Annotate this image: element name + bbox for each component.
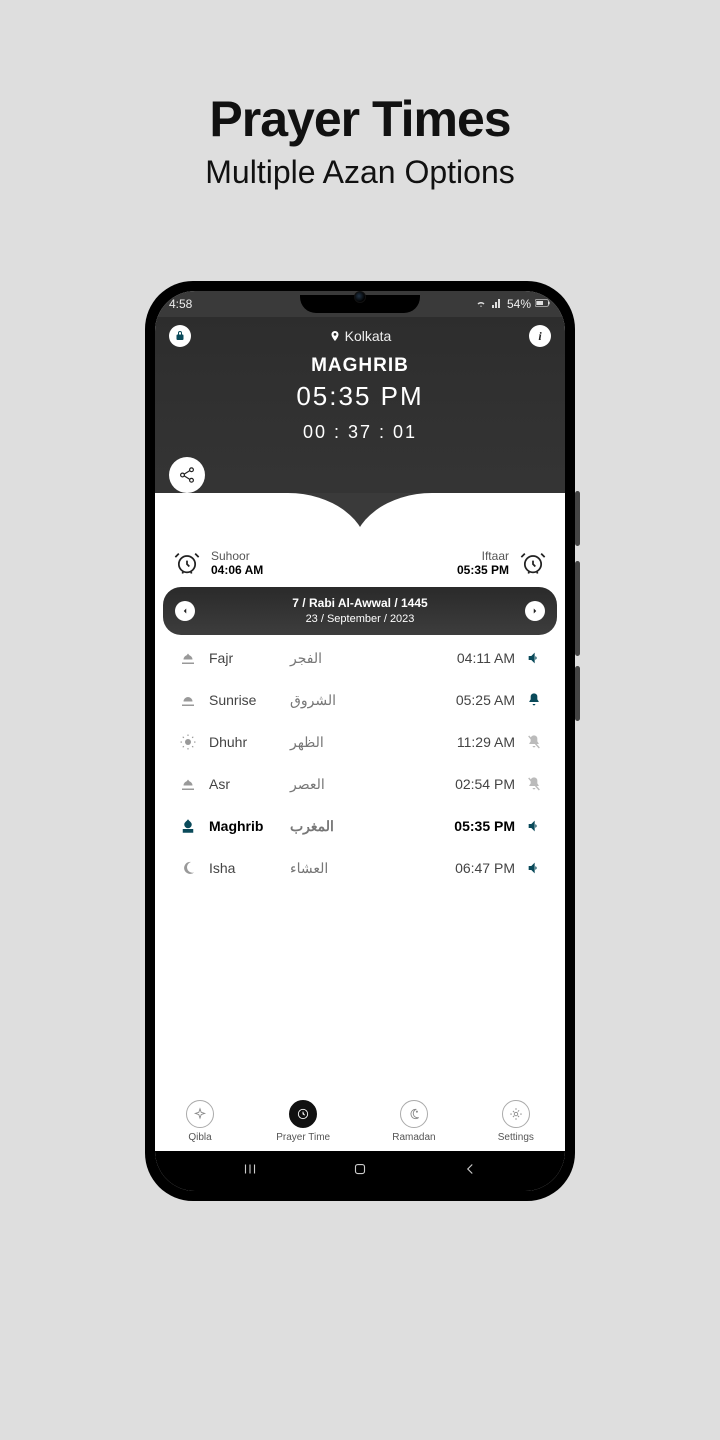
suhoor-label: Suhoor (211, 549, 263, 563)
prayer-arabic: المغرب (290, 818, 434, 835)
prayer-row-sunrise: Sunrise الشروق 05:25 AM (155, 679, 565, 721)
prayer-icon (173, 691, 203, 709)
side-button (575, 561, 580, 656)
location-name: Kolkata (345, 328, 392, 344)
prayer-time: 05:25 AM (440, 692, 515, 708)
prayer-name: Asr (209, 776, 284, 792)
iftaar-label: Iftaar (482, 549, 509, 563)
alert-toggle[interactable] (521, 818, 547, 834)
promo-title: Prayer Times (209, 90, 510, 148)
nav-label: Settings (498, 1132, 534, 1143)
battery-percent: 54% (507, 297, 531, 311)
prayer-time: 06:47 PM (440, 860, 515, 876)
gregorian-date: 23 / September / 2023 (292, 612, 427, 627)
nav-settings[interactable]: Settings (498, 1100, 534, 1143)
prayer-icon (173, 859, 203, 877)
back-button[interactable] (461, 1160, 479, 1183)
hijri-date: 7 / Rabi Al-Awwal / 1445 (292, 595, 427, 612)
nav-label: Ramadan (392, 1132, 435, 1143)
prayer-arabic: الشروق (290, 692, 434, 709)
lock-button[interactable] (169, 325, 191, 347)
promo-subtitle: Multiple Azan Options (205, 154, 515, 191)
alarm-icon (519, 549, 547, 577)
current-prayer-name: MAGHRIB (169, 355, 551, 377)
date-selector: 7 / Rabi Al-Awwal / 1445 23 / September … (163, 587, 557, 635)
side-button (575, 666, 580, 721)
prayer-time: 04:11 AM (440, 650, 515, 666)
signal-icon (491, 297, 503, 312)
info-button[interactable]: i (529, 325, 551, 347)
share-button[interactable] (169, 457, 205, 493)
battery-icon (535, 297, 551, 311)
alert-toggle[interactable] (521, 650, 547, 666)
suhoor-time: Suhoor 04:06 AM (173, 549, 263, 577)
prayer-time: 02:54 PM (440, 776, 515, 792)
alert-toggle[interactable] (521, 776, 547, 792)
prayer-icon (173, 733, 203, 751)
prayer-name: Fajr (209, 650, 284, 666)
side-button (575, 491, 580, 546)
prayer-name: Isha (209, 860, 284, 876)
prayer-row-fajr: Fajr الفجر 04:11 AM (155, 637, 565, 679)
date-prev-button[interactable] (175, 601, 195, 621)
suhoor-time-value: 04:06 AM (211, 563, 263, 577)
moon-icon (400, 1100, 428, 1128)
clock-icon (289, 1100, 317, 1128)
prayer-arabic: العشاء (290, 860, 434, 877)
prayer-row-isha: Isha العشاء 06:47 PM (155, 847, 565, 889)
iftaar-time: Iftaar 05:35 PM (457, 549, 547, 577)
alert-toggle[interactable] (521, 734, 547, 750)
prayer-icon (173, 775, 203, 793)
countdown-timer: 00 : 37 : 01 (169, 422, 551, 443)
prayer-arabic: الفجر (290, 650, 434, 667)
camera-notch (354, 291, 366, 303)
nav-prayer-time[interactable]: Prayer Time (276, 1100, 330, 1143)
prayer-row-dhuhr: Dhuhr الظهر 11:29 AM (155, 721, 565, 763)
current-prayer-time: 05:35 PM (169, 381, 551, 412)
nav-qibla[interactable]: Qibla (186, 1100, 214, 1143)
alarm-icon (173, 549, 201, 577)
screen: 4:58 54% (155, 291, 565, 1191)
status-time: 4:58 (169, 297, 192, 311)
prayer-time: 11:29 AM (440, 734, 515, 750)
prayer-list: Fajr الفجر 04:11 AM Sunrise الشروق 05:25 AM Dh… (155, 635, 565, 889)
alert-toggle[interactable] (521, 692, 547, 708)
prayer-time: 05:35 PM (440, 818, 515, 834)
location-display[interactable]: Kolkata (329, 328, 392, 344)
recent-apps-button[interactable] (241, 1160, 259, 1183)
bottom-nav: Qibla Prayer Time Ramadan Settings (155, 1090, 565, 1151)
prayer-name: Maghrib (209, 818, 284, 834)
prayer-name: Dhuhr (209, 734, 284, 750)
prayer-row-maghrib: Maghrib المغرب 05:35 PM (155, 805, 565, 847)
prayer-arabic: العصر (290, 776, 434, 793)
phone-frame: 4:58 54% (145, 281, 575, 1201)
wifi-icon (475, 297, 487, 312)
gear-icon (502, 1100, 530, 1128)
prayer-arabic: الظهر (290, 734, 434, 751)
alert-toggle[interactable] (521, 860, 547, 876)
prayer-name: Sunrise (209, 692, 284, 708)
iftaar-time-value: 05:35 PM (457, 563, 509, 577)
nav-label: Prayer Time (276, 1132, 330, 1143)
android-nav-bar (155, 1151, 565, 1191)
nav-label: Qibla (188, 1132, 211, 1143)
prayer-icon (173, 649, 203, 667)
date-next-button[interactable] (525, 601, 545, 621)
qibla-icon (186, 1100, 214, 1128)
home-button[interactable] (351, 1160, 369, 1183)
prayer-icon (173, 817, 203, 835)
nav-ramadan[interactable]: Ramadan (392, 1100, 435, 1143)
prayer-row-asr: Asr العصر 02:54 PM (155, 763, 565, 805)
